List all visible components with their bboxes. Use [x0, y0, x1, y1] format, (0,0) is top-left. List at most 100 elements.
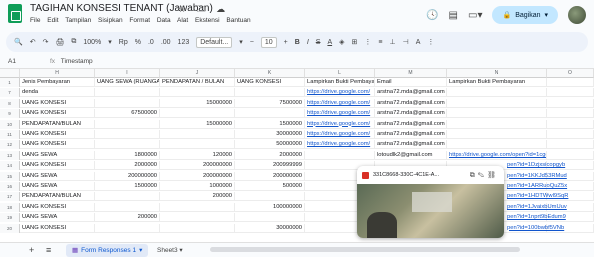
- row-number[interactable]: 18: [0, 202, 20, 212]
- table-cell[interactable]: 200000: [95, 213, 160, 223]
- table-cell[interactable]: 1800000: [95, 150, 160, 160]
- row-number[interactable]: 1: [0, 78, 20, 87]
- table-cell[interactable]: Jenis Pembayaran: [20, 78, 95, 87]
- table-cell[interactable]: 500000: [235, 182, 305, 191]
- row-number[interactable]: 19: [0, 213, 20, 223]
- table-cell[interactable]: 50000000: [235, 140, 305, 150]
- font-size-increase-button[interactable]: +: [284, 39, 288, 46]
- edit-icon[interactable]: ✎: [478, 172, 487, 179]
- table-cell[interactable]: 2000000: [235, 150, 305, 160]
- menu-view[interactable]: Tampilan: [65, 17, 91, 24]
- column-header-o[interactable]: O: [547, 69, 594, 78]
- link-off-icon[interactable]: ⛓: [487, 172, 499, 179]
- link-cell[interactable]: pen?id=1nprt9bEdum9: [505, 213, 594, 223]
- table-cell[interactable]: 200000000: [95, 171, 160, 181]
- column-header-k[interactable]: K: [235, 69, 305, 78]
- table-cell[interactable]: https://drive.google.com/: [305, 119, 375, 129]
- row-number[interactable]: 14: [0, 161, 20, 171]
- table-cell[interactable]: arstna72.mda@gmail.com: [375, 109, 447, 119]
- sheets-logo-icon[interactable]: [8, 4, 22, 23]
- menu-edit[interactable]: Edit: [47, 17, 58, 24]
- table-cell[interactable]: PENDAPATAN/BULAN: [20, 119, 95, 129]
- table-cell[interactable]: [160, 202, 235, 212]
- row-number[interactable]: 11: [0, 130, 20, 139]
- table-cell[interactable]: Lampirkan Bukti Pembayaran: [447, 78, 547, 87]
- table-cell[interactable]: 1500000: [95, 182, 160, 191]
- row-number[interactable]: 17: [0, 192, 20, 202]
- table-cell[interactable]: UANG KONSESI: [20, 109, 95, 119]
- table-cell[interactable]: arstna72.mda@gmail.com: [375, 119, 447, 129]
- column-header-l[interactable]: L: [305, 69, 375, 78]
- menu-help[interactable]: Bantuan: [226, 17, 250, 24]
- link-cell[interactable]: pen?id=1ARRuoQuZ5x: [505, 182, 594, 191]
- row-number[interactable]: 10: [0, 119, 20, 129]
- table-cell[interactable]: PENDAPATAN / BULAN: [160, 78, 235, 87]
- avatar[interactable]: [568, 6, 586, 24]
- table-cell[interactable]: Lampirkan Bukti Pembayaran: [305, 78, 375, 87]
- table-cell[interactable]: 100000000: [235, 202, 305, 212]
- table-cell[interactable]: [447, 119, 547, 129]
- menu-tools[interactable]: Alat: [177, 17, 188, 24]
- table-cell[interactable]: [95, 202, 160, 212]
- search-menu-icon[interactable]: 🔍: [14, 38, 23, 46]
- table-cell[interactable]: PENDAPATAN/BULAN: [20, 192, 95, 202]
- table-cell[interactable]: [160, 213, 235, 223]
- table-cell[interactable]: lotoudlk2@gmail.com: [375, 150, 447, 160]
- column-header-h[interactable]: H: [20, 69, 95, 78]
- table-cell[interactable]: [95, 98, 160, 108]
- link-cell[interactable]: pen?id=1HDTWwl9SqR: [505, 192, 594, 202]
- table-cell[interactable]: [547, 130, 594, 139]
- spreadsheet-grid[interactable]: H I J K L M N O 1 Jenis Pembayaran UANG SE…: [0, 69, 594, 242]
- table-cell[interactable]: [95, 192, 160, 202]
- table-cell[interactable]: 200000000: [235, 171, 305, 181]
- currency-format-button[interactable]: Rp: [119, 39, 128, 46]
- row-number[interactable]: 9: [0, 109, 20, 119]
- table-cell[interactable]: [547, 119, 594, 129]
- table-cell[interactable]: [547, 150, 594, 160]
- table-cell[interactable]: UANG KONSESI: [20, 98, 95, 108]
- italic-button[interactable]: I: [307, 39, 309, 46]
- table-cell[interactable]: [95, 130, 160, 139]
- column-header-i[interactable]: I: [95, 69, 160, 78]
- print-icon[interactable]: 🖨: [55, 38, 64, 46]
- horizontal-scrollbar[interactable]: [210, 247, 520, 252]
- menu-insert[interactable]: Sisipkan: [98, 17, 123, 24]
- comments-icon[interactable]: ▤: [449, 10, 458, 21]
- menu-file[interactable]: File: [30, 17, 40, 24]
- font-size-input[interactable]: 10: [260, 36, 277, 48]
- table-cell[interactable]: 7500000: [235, 98, 305, 108]
- table-cell[interactable]: UANG KONSESI: [20, 202, 95, 212]
- more-formats-button[interactable]: 123: [178, 39, 190, 46]
- table-cell[interactable]: [160, 223, 235, 233]
- menu-data[interactable]: Data: [157, 17, 171, 24]
- paint-format-icon[interactable]: ⧉: [71, 38, 76, 46]
- row-number[interactable]: 12: [0, 140, 20, 150]
- table-cell[interactable]: 2000000: [95, 161, 160, 171]
- table-cell[interactable]: 200999999: [235, 161, 305, 171]
- fill-color-icon[interactable]: ◈: [339, 38, 344, 46]
- font-family-select[interactable]: Default...: [196, 36, 233, 48]
- video-pip-window[interactable]: 331C8668-330C-4C1E-A... ⧉✎⛓: [357, 166, 504, 238]
- select-all-corner[interactable]: [0, 69, 20, 78]
- table-cell[interactable]: Email: [375, 78, 447, 87]
- table-cell[interactable]: https://drive.google.com/: [305, 109, 375, 119]
- table-cell[interactable]: [95, 140, 160, 150]
- video-preview[interactable]: [357, 184, 504, 238]
- table-cell[interactable]: [160, 130, 235, 139]
- redo-icon[interactable]: ↷: [43, 38, 49, 46]
- table-cell[interactable]: [160, 109, 235, 119]
- table-cell[interactable]: UANG SEWA (RUANGAN): [95, 78, 160, 87]
- table-cell[interactable]: [305, 150, 375, 160]
- table-cell[interactable]: [447, 140, 547, 150]
- zoom-chevron-icon[interactable]: ▾: [108, 38, 112, 46]
- table-cell[interactable]: [547, 78, 594, 87]
- table-cell[interactable]: 200000000: [160, 161, 235, 171]
- column-header-m[interactable]: M: [375, 69, 447, 78]
- table-cell[interactable]: UANG KONSESI: [235, 78, 305, 87]
- menu-extensions[interactable]: Ekstensi: [195, 17, 220, 24]
- column-header-n[interactable]: N: [447, 69, 547, 78]
- table-cell[interactable]: https://drive.google.com/: [305, 130, 375, 139]
- table-cell[interactable]: [235, 213, 305, 223]
- table-cell[interactable]: arstna72.mda@gmail.com: [375, 130, 447, 139]
- decrease-decimal-button[interactable]: .0: [148, 39, 154, 46]
